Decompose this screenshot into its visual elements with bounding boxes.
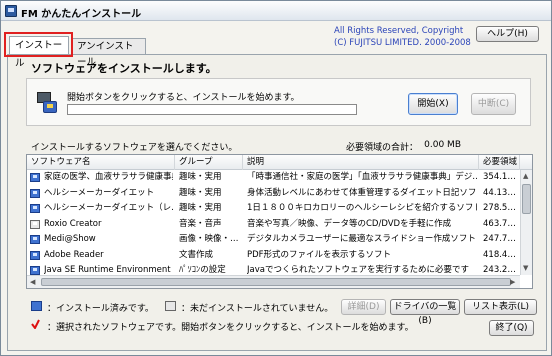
column-header-group[interactable]: グループ — [175, 155, 243, 170]
row-description: デジタルカメラユーザーに最適なスライドショー作成ソフト — [247, 234, 476, 244]
vertical-scroll-thumb[interactable] — [522, 184, 531, 214]
row-group: 趣味・実用 — [179, 203, 222, 213]
scroll-left-icon[interactable]: ◀ — [30, 278, 35, 286]
vertical-scrollbar[interactable]: ▲ ▼ — [520, 170, 532, 275]
row-size: 463.7… — [483, 218, 516, 229]
column-header-description[interactable]: 説明 — [243, 155, 479, 170]
progress-message: 開始ボタンをクリックすると、インストールを始めます。 — [67, 93, 300, 103]
main-window: FM かんたんインストール All Rights Reserved, Copyr… — [0, 0, 552, 356]
table-row[interactable]: Medi@Show 画像・映像・… デジタルカメラユーザーに最適なスライドショー作成… — [27, 232, 520, 248]
table-row[interactable]: Adobe Reader 文書作成 PDF形式のファイルを表示するソフト 418.4… — [27, 248, 520, 264]
installed-icon — [30, 204, 40, 213]
app-icon — [5, 5, 17, 17]
row-name: ヘルシーメーカーダイエット — [44, 187, 155, 198]
row-name: Adobe Reader — [44, 249, 104, 260]
legend-not-installed: ：未だインストールされていません。 — [181, 304, 334, 314]
copyright-text: All Rights Reserved, Copyright (C) FUJIT… — [334, 25, 471, 49]
installed-icon — [31, 301, 42, 311]
row-name: Medi@Show — [44, 234, 96, 244]
detail-button[interactable]: 詳細(D) — [341, 299, 386, 315]
driver-list-button[interactable]: ドライバの一覧(B) — [390, 299, 460, 326]
installed-icon — [30, 188, 40, 198]
row-name: ヘルシーメーカーダイエット（レ… — [44, 203, 173, 213]
tab-highlight-frame — [4, 32, 73, 57]
installed-icon — [30, 266, 40, 275]
copyright-line-2: (C) FUJITSU LIMITED. 2000-2008 — [334, 38, 471, 48]
checkmark-icon — [31, 319, 40, 329]
row-size: 418.4… — [483, 249, 516, 260]
table-row[interactable]: 家庭の医学、血液サラサラ健康事典 趣味・実用 「時事通信社・家庭の医学」「血液サラサ… — [27, 170, 520, 186]
title-bar: FM かんたんインストール — [1, 1, 551, 21]
start-button[interactable]: 開始(X) — [408, 93, 458, 115]
horizontal-scroll-thumb[interactable] — [41, 278, 511, 286]
scroll-up-icon[interactable]: ▲ — [523, 172, 528, 180]
row-group: 文書作成 — [179, 249, 214, 260]
close-button[interactable]: 終了(Q) — [489, 320, 534, 336]
table-row[interactable]: ヘルシーメーカーダイエット（レ… 趣味・実用 1日１８００キロカロリーのヘルシーレシ… — [27, 201, 520, 217]
tab-uninstall[interactable]: アンインストール — [71, 38, 146, 68]
help-button[interactable]: ヘルプ(H) — [476, 26, 539, 42]
row-description: 「時事通信社・家庭の医学」「血液サラサラ健康事典」デジ… — [247, 172, 477, 182]
not-installed-icon — [165, 301, 176, 311]
row-name: Roxio Creator — [44, 218, 102, 229]
column-header-size[interactable]: 必要領域 — [479, 155, 520, 170]
installed-icon — [30, 173, 40, 182]
row-name: 家庭の医学、血液サラサラ健康事典 — [44, 172, 173, 182]
row-description: 身体活動レベルにあわせて体重管理するダイエット日記ソフト — [247, 187, 477, 198]
list-header: ソフトウェア名 グループ 説明 必要領域 — [27, 155, 532, 170]
list-view-button[interactable]: リスト表示(L) — [464, 299, 537, 315]
legend-selected: ：選択されたソフトウェアです。開始ボタンをクリックすると、インストールを始めます… — [47, 323, 414, 333]
disc-icon — [43, 101, 57, 113]
row-group: 趣味・実用 — [179, 187, 222, 198]
copyright-line-1: All Rights Reserved, Copyright — [334, 26, 464, 36]
select-instruction: インストールするソフトウェアを選んでください。 — [31, 143, 238, 153]
column-header-name[interactable]: ソフトウェア名 — [27, 155, 175, 170]
software-list[interactable]: ソフトウェア名 グループ 説明 必要領域 家庭の医学、血液サラサラ健康事典 趣味・… — [26, 154, 533, 289]
required-area-label: 必要領域の合計： — [346, 143, 419, 153]
not-installed-icon — [30, 219, 40, 229]
scroll-down-icon[interactable]: ▼ — [523, 264, 528, 272]
row-description: PDF形式のファイルを表示するソフト — [247, 249, 392, 260]
row-group: 音楽・音声 — [179, 218, 222, 229]
row-size: 44.13… — [483, 187, 516, 198]
stop-button[interactable]: 中断(C) — [471, 93, 516, 115]
row-size: 354.1… — [483, 172, 516, 182]
row-size: 247.7… — [483, 234, 516, 244]
row-description: 音楽や写真／映像、データ等のCD/DVDを手軽に作成 — [247, 218, 452, 229]
page-heading: ソフトウェアをインストールします。 — [31, 62, 217, 75]
table-row[interactable]: Roxio Creator 音楽・音声 音楽や写真／映像、データ等のCD/DVDを手… — [27, 217, 520, 233]
scroll-right-icon[interactable]: ▶ — [510, 278, 515, 286]
install-icon — [37, 92, 59, 116]
required-area-value: 0.00 MB — [424, 140, 461, 150]
horizontal-scrollbar[interactable]: ◀ ▶ — [27, 275, 520, 288]
table-row[interactable]: ヘルシーメーカーダイエット 趣味・実用 身体活動レベルにあわせて体重管理するダイエッ… — [27, 186, 520, 202]
progress-bar — [67, 104, 357, 115]
window-title: FM かんたんインストール — [21, 9, 142, 20]
row-group: 趣味・実用 — [179, 172, 222, 182]
installed-icon — [30, 235, 40, 244]
row-description: 1日１８００キロカロリーのヘルシーレシピを紹介するソフト — [247, 203, 477, 213]
row-size: 278.5… — [483, 203, 516, 213]
row-group: 画像・映像・… — [179, 234, 239, 244]
legend-installed: ：インストール済みです。 — [47, 304, 154, 314]
installed-icon — [30, 250, 40, 260]
